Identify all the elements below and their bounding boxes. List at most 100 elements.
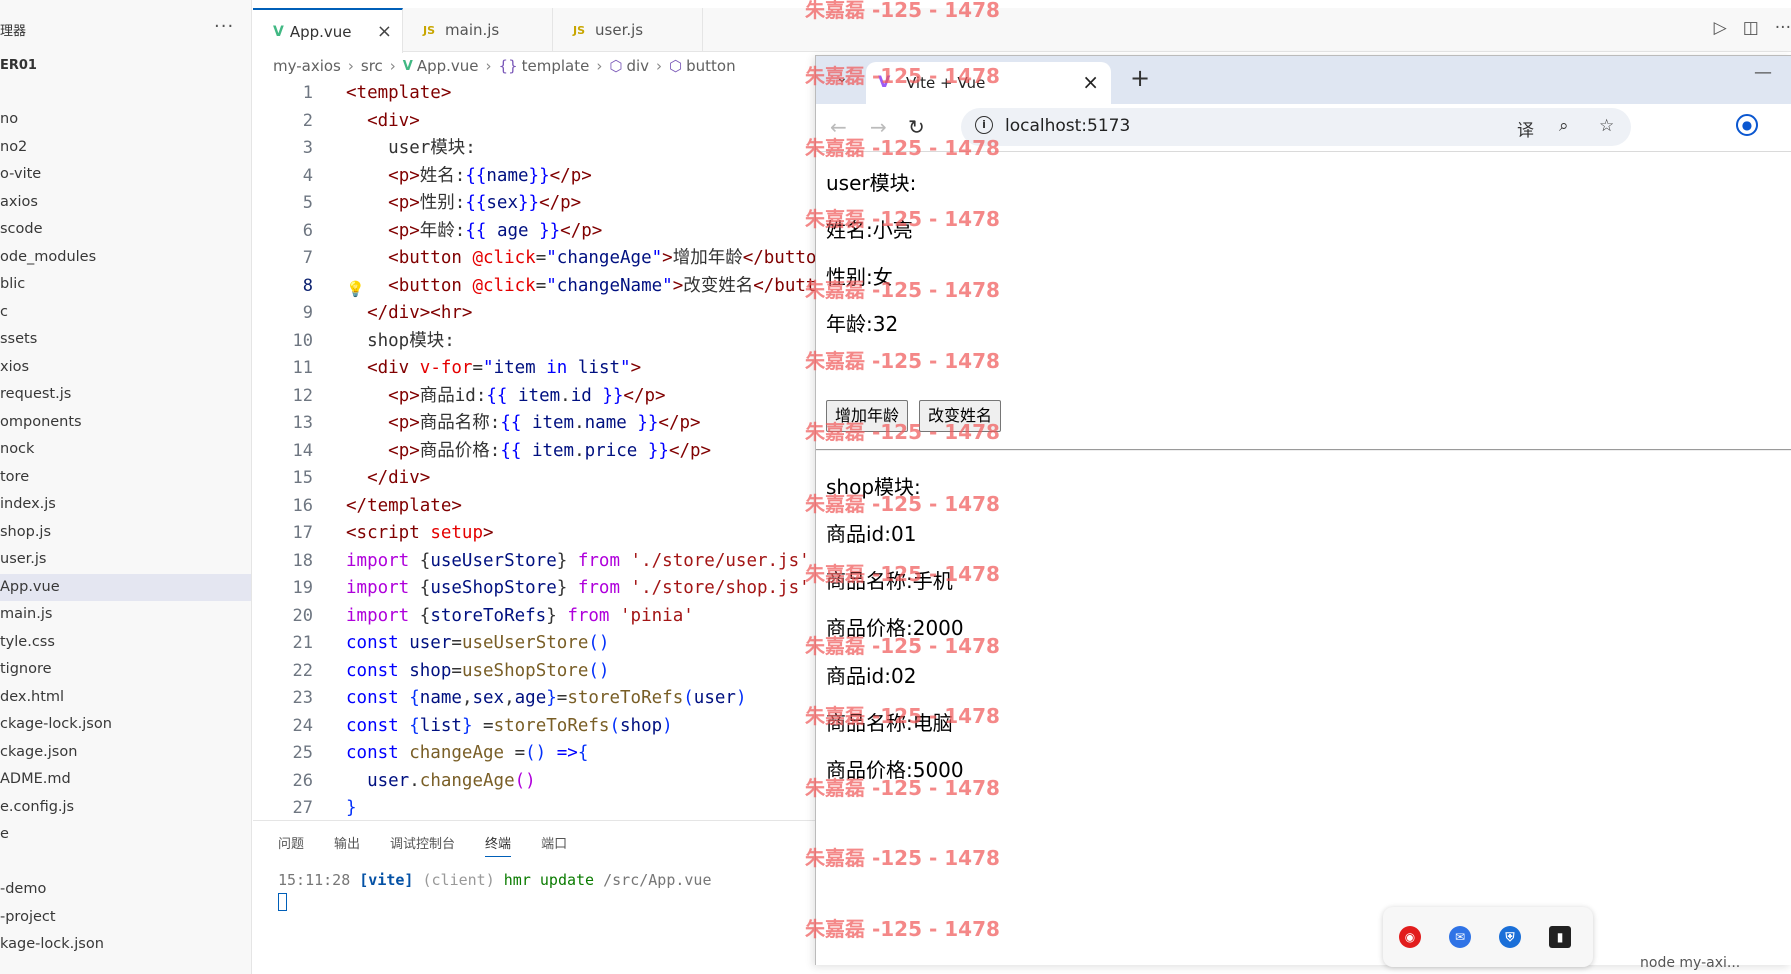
more-actions-icon[interactable]: ··· (214, 16, 234, 37)
code-line-current[interactable]: 8 💡 <button @click="changeName">改变姓名</but… (253, 273, 816, 301)
code-line[interactable]: 18 import {useUserStore} from './store/us… (253, 548, 816, 576)
tree-item[interactable]: axios (0, 189, 251, 217)
new-tab-icon[interactable]: + (1130, 64, 1150, 92)
more-icon[interactable]: ··· (1775, 18, 1791, 38)
url-text[interactable]: localhost:5173 (1005, 116, 1130, 136)
tab-terminal[interactable]: 终端 (485, 833, 512, 857)
code-line[interactable]: 25 const changeAge =() =>{ (253, 740, 816, 768)
breadcrumb-item[interactable]: div (626, 57, 649, 75)
code-line[interactable]: 23 const {name,sex,age}=storeToRefs(user) (253, 685, 816, 713)
code-line[interactable]: 12 <p>商品id:{{ item.id }}</p> (253, 383, 816, 411)
tab-main-js[interactable]: JS main.js (403, 8, 553, 52)
translate-icon[interactable]: 译 (1517, 116, 1534, 141)
code-line[interactable]: 6 <p>年龄:{{ age }}</p> (253, 218, 816, 246)
tree-item[interactable]: e (0, 821, 251, 849)
browser-tab[interactable]: V Vite + Vue × (866, 62, 1111, 104)
code-line[interactable]: 5 <p>性别:{{sex}}</p> (253, 190, 816, 218)
netease-music-icon[interactable]: ◉ (1399, 926, 1421, 948)
code-line[interactable]: 16 </template> (253, 493, 816, 521)
zoom-icon[interactable]: ⌕ (1559, 116, 1569, 136)
code-line[interactable]: 1 <template> (253, 80, 816, 108)
code-line[interactable]: 21 const user=useUserStore() (253, 630, 816, 658)
tab-output[interactable]: 输出 (334, 833, 360, 857)
run-icon[interactable]: ▷ (1714, 18, 1727, 38)
tree-item[interactable]: tignore (0, 656, 251, 684)
tree-item[interactable]: c (0, 299, 251, 327)
profile-icon[interactable]: ● (1736, 114, 1758, 136)
tree-item[interactable]: kage-lock.json (0, 931, 251, 959)
code-editor[interactable]: 1 <template> 2 <div> 3 user模块: 4 <p>姓名:{{… (253, 80, 816, 820)
code-line[interactable]: 11 <div v-for="item in list"> (253, 355, 816, 383)
address-bar[interactable]: i localhost:5173 译 ⌕ ☆ (961, 108, 1631, 146)
forward-icon[interactable]: → (870, 115, 887, 139)
tree-item[interactable]: -demo (0, 876, 251, 904)
tree-item[interactable]: shop.js (0, 519, 251, 547)
code-line[interactable]: 20 import {storeToRefs} from 'pinia' (253, 603, 816, 631)
tree-item[interactable]: dex.html (0, 684, 251, 712)
code-line[interactable]: 3 user模块: (253, 135, 816, 163)
terminal-cursor[interactable] (278, 893, 287, 911)
tree-item[interactable]: -project (0, 904, 251, 932)
tree-item[interactable]: user.js (0, 546, 251, 574)
breadcrumb-item[interactable]: src (361, 57, 383, 75)
code-line[interactable]: 22 const shop=useShopStore() (253, 658, 816, 686)
taskbar-item[interactable]: node my-axi... (1640, 955, 1740, 971)
tree-item[interactable]: scode (0, 216, 251, 244)
site-info-icon[interactable]: i (975, 116, 993, 134)
tree-item[interactable]: no2 (0, 134, 251, 162)
bookmark-star-icon[interactable]: ☆ (1599, 116, 1614, 136)
code-line[interactable]: 17 <script setup> (253, 520, 816, 548)
tree-item[interactable]: ckage-lock.json (0, 711, 251, 739)
minimize-icon[interactable]: — (1754, 62, 1772, 83)
tree-item[interactable]: request.js (0, 381, 251, 409)
reload-icon[interactable]: ↻ (908, 115, 925, 139)
code-line[interactable]: 4 <p>姓名:{{name}}</p> (253, 163, 816, 191)
code-line[interactable]: 24 const {list} =storeToRefs(shop) (253, 713, 816, 741)
tree-item[interactable]: blic (0, 271, 251, 299)
tab-problems[interactable]: 问题 (278, 833, 304, 857)
code-line[interactable]: 26 user.changeAge() (253, 768, 816, 796)
tab-app-vue[interactable]: V App.vue × (253, 8, 403, 53)
tree-item[interactable]: omponents (0, 409, 251, 437)
tree-item[interactable]: xios (0, 354, 251, 382)
code-line[interactable]: 19 import {useShopStore} from './store/sh… (253, 575, 816, 603)
breadcrumb-item[interactable]: template (522, 57, 590, 75)
bookmark-app-icon[interactable]: ▮ (1549, 926, 1571, 948)
code-line[interactable]: 27} (253, 795, 816, 820)
code-line[interactable]: 10 shop模块: (253, 328, 816, 356)
code-line[interactable]: 9 </div><hr> (253, 300, 816, 328)
tree-item[interactable]: ADME.md (0, 766, 251, 794)
tab-debug-console[interactable]: 调试控制台 (390, 833, 455, 857)
close-icon[interactable]: × (377, 21, 392, 42)
tree-item[interactable]: o-vite (0, 161, 251, 189)
tree-item[interactable]: tyle.css (0, 629, 251, 657)
mail-app-icon[interactable]: ✉ (1449, 926, 1471, 948)
tree-item[interactable]: e.config.js (0, 794, 251, 822)
breadcrumb-item[interactable]: App.vue (417, 57, 479, 75)
breadcrumb-item[interactable]: my-axios (273, 57, 341, 75)
increase-age-button[interactable]: 增加年龄 (826, 400, 909, 432)
tree-item[interactable]: index.js (0, 491, 251, 519)
security-shield-icon[interactable]: ⛨ (1499, 926, 1521, 948)
tree-item[interactable]: nock (0, 436, 251, 464)
tab-search-icon[interactable]: ⌄ (826, 62, 858, 94)
tree-item[interactable]: tore (0, 464, 251, 492)
tree-item[interactable] (0, 849, 251, 877)
tree-item[interactable]: no (0, 106, 251, 134)
change-name-button[interactable]: 改变姓名 (919, 400, 1002, 432)
tree-item[interactable]: ssets (0, 326, 251, 354)
tree-item-active[interactable]: App.vue (0, 573, 251, 601)
tab-user-js[interactable]: JS user.js (553, 8, 703, 52)
back-icon[interactable]: ← (830, 115, 847, 139)
code-line[interactable]: 15 </div> (253, 465, 816, 493)
code-line[interactable]: 13 <p>商品名称:{{ item.name }}</p> (253, 410, 816, 438)
tree-item[interactable]: ode_modules (0, 244, 251, 272)
code-line[interactable]: 7 <button @click="changeAge">增加年龄</butto… (253, 245, 816, 273)
tree-item[interactable]: ckage.json (0, 739, 251, 767)
project-root[interactable]: ER01 (0, 58, 37, 73)
close-tab-icon[interactable]: × (1082, 70, 1099, 94)
split-editor-icon[interactable]: ◫ (1743, 18, 1759, 38)
tab-ports[interactable]: 端口 (541, 833, 567, 857)
code-line[interactable]: 14 <p>商品价格:{{ item.price }}</p> (253, 438, 816, 466)
tree-item[interactable]: main.js (0, 601, 251, 629)
